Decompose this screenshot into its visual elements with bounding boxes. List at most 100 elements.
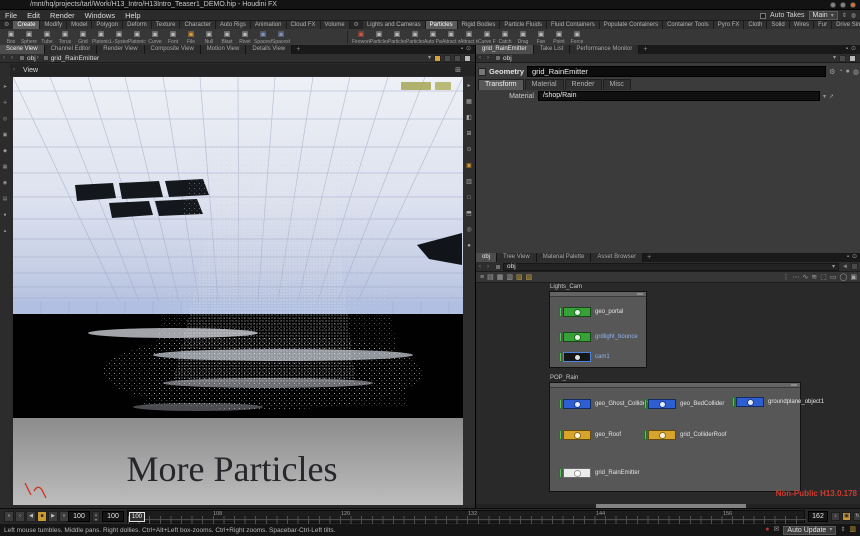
node-body[interactable] (563, 399, 591, 409)
overview-icon[interactable]: ▭ (830, 273, 837, 282)
shelf-tab[interactable]: Drive Simulation (832, 21, 860, 29)
node-body[interactable] (648, 399, 676, 409)
current-frame-indicator[interactable]: 100 (129, 512, 145, 522)
layout-single-icon[interactable]: ▸ (467, 83, 470, 90)
display-flag[interactable] (559, 430, 562, 440)
shelf-tool[interactable]: ▣Spaceship (272, 29, 290, 46)
pane-tab[interactable]: Details View (246, 45, 292, 54)
display-particles-icon[interactable]: ▣ (466, 163, 472, 170)
pane-maximize-icon[interactable]: ⊙ (852, 253, 857, 262)
chevron-down-icon[interactable]: ▾ (428, 55, 431, 61)
auto-takes-checkbox[interactable] (760, 13, 766, 19)
view-label-badge[interactable] (435, 82, 451, 90)
shelf-tool[interactable]: ▣Rivet (236, 29, 254, 46)
play-reverse-button[interactable]: ◀ (26, 511, 36, 522)
shelf-tab[interactable]: Populate Containers (600, 21, 663, 29)
stop-button[interactable]: ■ (37, 511, 47, 522)
play-forward-button[interactable]: ▶ (48, 511, 58, 522)
timeline-ruler[interactable]: 100 108120132144156 (127, 510, 805, 523)
view-menu[interactable]: View (18, 67, 43, 74)
add-pane-tab-icon[interactable]: + (639, 45, 651, 54)
network-node[interactable]: geo_BedCollider (644, 399, 724, 409)
network-node[interactable]: grid_RainEmitter (559, 468, 640, 478)
fullscreen-icon[interactable]: ▣ (850, 273, 857, 282)
jump-start-button[interactable]: « (4, 511, 14, 522)
chevron-down-icon[interactable]: ▾ (833, 55, 836, 61)
shelf-tool[interactable]: ▣Curve Force (478, 29, 496, 46)
misc-tool-icon[interactable]: ● (3, 213, 6, 218)
range-display-field[interactable]: 100 (102, 511, 124, 522)
expand-icon[interactable]: ▴ (4, 229, 7, 234)
folder-tab[interactable]: Transform (478, 79, 524, 90)
shelf-tab[interactable]: Cloth (744, 21, 767, 29)
pose-tool-icon[interactable]: ▤ (3, 197, 8, 202)
network-node[interactable]: geo_Ghost_Collider (559, 399, 648, 409)
snapshot-icon[interactable] (434, 55, 441, 62)
shelf-tab[interactable]: Particle Fluids (500, 21, 547, 29)
folder-tab[interactable]: Misc (603, 79, 631, 90)
shelf-tool[interactable]: ▣Curve (146, 29, 164, 46)
realtime-toggle-icon[interactable]: ▣ (842, 512, 851, 521)
shelf-tool[interactable]: ▣Box (2, 29, 20, 46)
step-back-button[interactable]: ‹ (15, 511, 25, 522)
layout-nodes-icon[interactable]: ∿ (803, 273, 809, 282)
shelf-tool[interactable]: ▣Particles fr (388, 29, 406, 46)
snap-tool-icon[interactable]: ▦ (3, 165, 8, 170)
add-pane-tab-icon[interactable]: + (643, 253, 655, 262)
help-globe-icon[interactable]: ◍ (851, 13, 856, 19)
jump-to-node-icon[interactable]: ➚ (826, 93, 834, 100)
shelf-tool[interactable]: ▣Attract wit (442, 29, 460, 46)
audio-toggle-icon[interactable]: ♪ (831, 512, 840, 521)
shelf-tab[interactable]: Create (13, 21, 40, 29)
update-mode-selector[interactable]: Auto Update▾ (783, 526, 836, 535)
network-canvas[interactable]: Lights_Cam POP_Rain geo_portal grdlight_… (476, 283, 860, 504)
range-start-field[interactable]: 100 (68, 511, 90, 522)
folder-up-icon[interactable]: ▨ (516, 273, 523, 282)
trash-icon[interactable]: ▥ (849, 526, 856, 534)
shelf-tab[interactable]: Cloud FX (287, 21, 321, 29)
pane-split-icon[interactable]: ▪ (847, 253, 849, 262)
shelf-tab[interactable]: Fluid Containers (547, 21, 600, 29)
pane-tab[interactable]: Tree View (497, 253, 537, 262)
gear-icon[interactable]: ⚙ (829, 68, 835, 76)
shelf-tab[interactable]: Particles (426, 21, 458, 29)
shelf-tool[interactable]: ▣Drag (514, 29, 532, 46)
view-menu-arrow-icon[interactable]: ‹ (10, 67, 18, 73)
minimize-icon[interactable] (830, 2, 836, 8)
node-body[interactable] (563, 430, 591, 440)
shelf-tab[interactable]: Polygon (92, 21, 123, 29)
shelf-tab[interactable]: Solid (767, 21, 789, 29)
menu-item[interactable]: Edit (22, 11, 45, 20)
shelf-gear-icon[interactable]: ⚙ (350, 21, 363, 29)
shelf-tool[interactable]: ▣Spaceship (254, 29, 272, 46)
shelf-tab[interactable]: Pyro FX (714, 21, 745, 29)
node-name-field[interactable]: grid_RainEmitter (527, 66, 826, 77)
shelf-tool[interactable]: ▣Particles fr (370, 29, 388, 46)
pane-tab[interactable]: Asset Browser (591, 253, 643, 262)
language-icon[interactable]: ● (846, 68, 850, 75)
node-label[interactable]: geo_Ghost_Collider (595, 401, 648, 407)
pane-tab[interactable]: obj (476, 253, 497, 262)
float-pane-icon[interactable] (849, 55, 856, 62)
list-view-icon[interactable]: ≡ (480, 273, 484, 282)
range-end-field[interactable]: 162 (808, 511, 828, 522)
normals-display-icon[interactable]: □ (467, 195, 471, 202)
grid-toggle-icon[interactable]: ⬒ (466, 211, 472, 218)
back-icon[interactable]: ‹ (476, 55, 484, 61)
shelf-tab[interactable]: Character (180, 21, 215, 29)
badges-icon[interactable]: ▥ (506, 273, 513, 282)
shelf-tab[interactable]: Wires (790, 21, 814, 29)
shelf-tab[interactable]: Volume (321, 21, 350, 29)
camera-label-badge[interactable] (401, 82, 431, 90)
menu-item[interactable]: Help (120, 11, 145, 20)
shelf-tool[interactable]: ▣Null (200, 29, 218, 46)
pane-tab[interactable]: grid_RainEmitter (476, 45, 534, 54)
network-path-field[interactable]: obj ▾ (503, 263, 839, 271)
shelf-tool[interactable]: ▣Sphere (20, 29, 38, 46)
path-root[interactable]: obj (503, 55, 512, 62)
magnify-icon[interactable]: ◯ (840, 273, 848, 282)
node-label[interactable]: geo_BedCollider (680, 401, 724, 407)
points-display-icon[interactable]: ▥ (466, 179, 472, 186)
add-pane-tab-icon[interactable]: + (292, 45, 304, 54)
shade-mode-icon[interactable]: ◧ (466, 115, 472, 122)
